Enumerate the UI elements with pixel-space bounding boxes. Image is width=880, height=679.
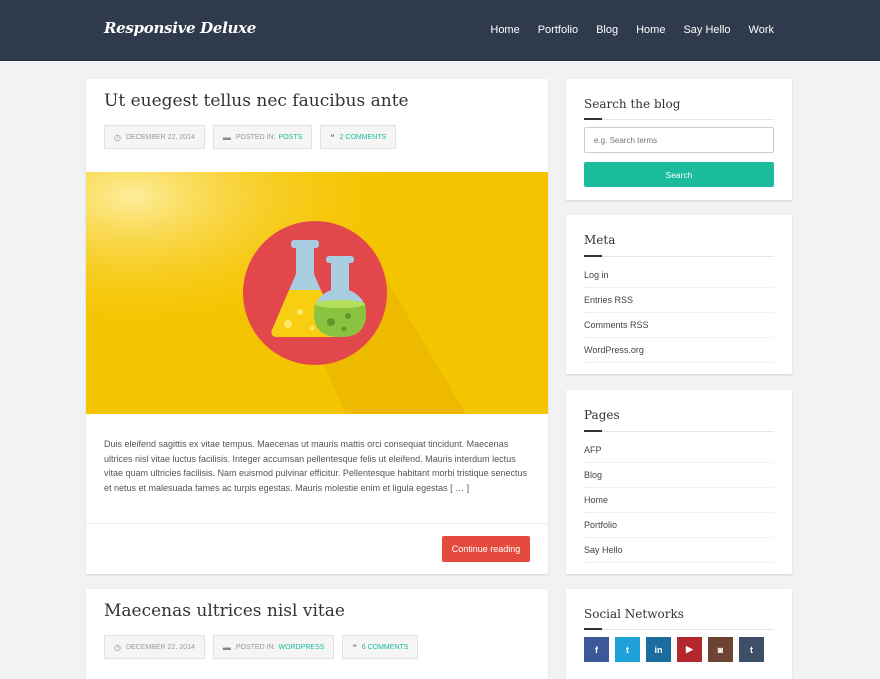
folder-icon: ▬ <box>222 132 231 142</box>
continue-reading-button[interactable]: Continue reading <box>442 536 530 562</box>
post-card: Ut euegest tellus nec faucibus ante ◷ DE… <box>86 79 548 574</box>
widget-title-underline <box>584 628 774 630</box>
comments-icon: ❝ <box>330 132 335 142</box>
meta-link-comments-rss[interactable]: Comments RSS <box>584 313 774 338</box>
social-widget: Social Networks f t in ▶ ◙ t <box>566 589 792 679</box>
flasks-illustration <box>86 172 548 414</box>
search-input[interactable] <box>584 127 774 153</box>
youtube-icon[interactable]: ▶ <box>677 637 702 662</box>
meta-list: Log in Entries RSS Comments RSS WordPres… <box>584 263 774 363</box>
page-link-home[interactable]: Home <box>584 488 774 513</box>
divider <box>86 523 548 524</box>
widget-title: Pages <box>584 408 620 422</box>
widget-title: Meta <box>584 233 616 247</box>
category-link[interactable]: POSTS <box>279 134 303 141</box>
widget-title: Search the blog <box>584 97 681 111</box>
clock-icon: ◷ <box>114 642 121 652</box>
post-date: ◷ DECEMBER 22, 2014 <box>104 125 205 149</box>
site-logo[interactable]: Responsive Deluxe <box>104 19 256 37</box>
instagram-icon[interactable]: ◙ <box>708 637 733 662</box>
comments-link[interactable]: 2 COMMENTS <box>340 134 387 141</box>
twitter-icon[interactable]: t <box>615 637 640 662</box>
post-date: ◷ DECEMBER 22, 2014 <box>104 635 205 659</box>
pages-widget: Pages AFP Blog Home Portfolio Say Hello <box>566 390 792 574</box>
pages-list: AFP Blog Home Portfolio Say Hello <box>584 438 774 563</box>
posted-in-label: POSTED IN: <box>235 133 276 141</box>
posted-in-label: POSTED IN: <box>235 643 276 651</box>
nav-say-hello[interactable]: Say Hello <box>683 24 730 36</box>
widget-title-underline <box>584 118 774 120</box>
search-button[interactable]: Search <box>584 162 774 187</box>
social-buttons: f t in ▶ ◙ t <box>584 637 770 662</box>
post-title[interactable]: Ut euegest tellus nec faucibus ante <box>104 91 409 111</box>
post-meta: ◷ DECEMBER 22, 2014 ▬ POSTED IN: WORDPRE… <box>104 635 426 659</box>
clock-icon: ◷ <box>114 132 121 142</box>
nav-home-2[interactable]: Home <box>636 24 665 36</box>
meta-link-wordpress[interactable]: WordPress.org <box>584 338 774 363</box>
post-comments: ❝ 6 COMMENTS <box>342 635 419 659</box>
page-link-say-hello[interactable]: Say Hello <box>584 538 774 563</box>
post-category: ▬ POSTED IN: WORDPRESS <box>212 635 335 659</box>
category-link[interactable]: WORDPRESS <box>279 644 325 651</box>
tumblr-icon[interactable]: t <box>739 637 764 662</box>
search-widget: Search the blog Search <box>566 79 792 200</box>
meta-widget: Meta Log in Entries RSS Comments RSS Wor… <box>566 215 792 374</box>
nav-portfolio[interactable]: Portfolio <box>538 24 578 36</box>
main-nav: Home Portfolio Blog Home Say Hello Work <box>472 24 774 36</box>
page-link-portfolio[interactable]: Portfolio <box>584 513 774 538</box>
site-header: Responsive Deluxe Home Portfolio Blog Ho… <box>0 0 880 61</box>
folder-icon: ▬ <box>222 642 231 652</box>
post-card: Maecenas ultrices nisl vitae ◷ DECEMBER … <box>86 589 548 679</box>
nav-blog[interactable]: Blog <box>596 24 618 36</box>
comments-link[interactable]: 6 COMMENTS <box>362 644 409 651</box>
post-meta: ◷ DECEMBER 22, 2014 ▬ POSTED IN: POSTS ❝… <box>104 125 404 149</box>
meta-link-entries-rss[interactable]: Entries RSS <box>584 288 774 313</box>
widget-title: Social Networks <box>584 607 684 621</box>
post-date-text: DECEMBER 22, 2014 <box>125 133 195 141</box>
comments-icon: ❝ <box>352 642 357 652</box>
linkedin-icon[interactable]: in <box>646 637 671 662</box>
page-link-blog[interactable]: Blog <box>584 463 774 488</box>
meta-link-login[interactable]: Log in <box>584 263 774 288</box>
page-link-afp[interactable]: AFP <box>584 438 774 463</box>
post-category: ▬ POSTED IN: POSTS <box>212 125 313 149</box>
widget-title-underline <box>584 255 774 257</box>
facebook-icon[interactable]: f <box>584 637 609 662</box>
post-date-text: DECEMBER 22, 2014 <box>125 643 195 651</box>
nav-work[interactable]: Work <box>749 24 774 36</box>
post-featured-image[interactable] <box>86 172 548 414</box>
post-title[interactable]: Maecenas ultrices nisl vitae <box>104 601 345 621</box>
widget-title-underline <box>584 430 774 432</box>
post-excerpt: Duis eleifend sagittis ex vitae tempus. … <box>104 439 528 493</box>
post-comments: ❝ 2 COMMENTS <box>320 125 397 149</box>
nav-home[interactable]: Home <box>490 24 519 36</box>
